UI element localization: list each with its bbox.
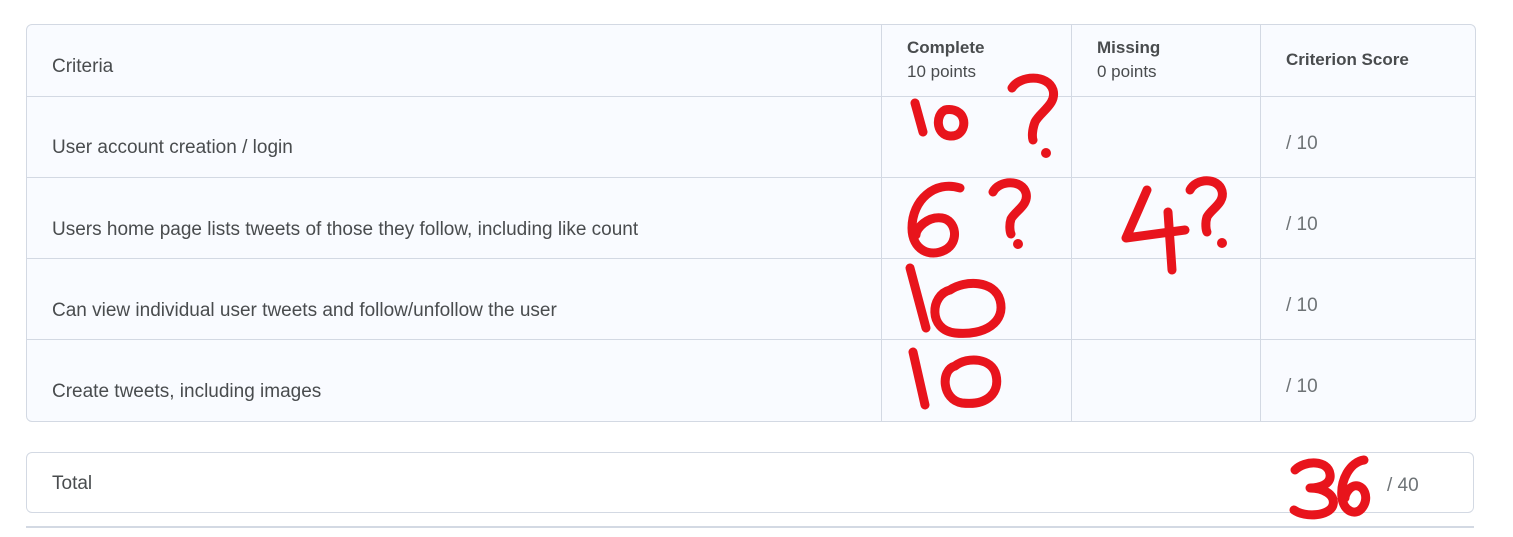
level-missing-cell[interactable] [1071,178,1260,258]
criterion-score: / 10 [1286,295,1318,316]
criterion-score-cell[interactable]: / 10 [1260,340,1475,421]
criterion-score: / 10 [1286,376,1318,397]
criteria-header-cell: Criteria [27,25,881,96]
divider [26,526,1474,528]
criterion-cell: Can view individual user tweets and foll… [27,259,881,339]
criterion-score: / 10 [1286,133,1318,154]
level-complete-cell[interactable] [881,178,1071,258]
total-label: Total [52,473,93,494]
level-complete-cell[interactable] [881,259,1071,339]
criterion-label: Create tweets, including images [52,381,322,402]
criterion-score: / 10 [1286,214,1318,235]
level-missing-cell[interactable] [1071,97,1260,177]
criterion-score-cell[interactable]: / 10 [1260,178,1475,258]
criterion-row: Users home page lists tweets of those th… [27,178,1475,259]
criterion-score-cell[interactable]: / 10 [1260,259,1475,339]
criterion-score-header: Criterion Score [1286,50,1409,69]
criterion-label: Users home page lists tweets of those th… [52,219,639,240]
level-missing-cell[interactable] [1071,340,1260,421]
rubric-table: Criteria Complete 10 points Missing 0 po… [26,24,1476,422]
criterion-score-cell[interactable]: / 10 [1260,97,1475,177]
level-complete-header: Complete 10 points [881,25,1071,96]
criterion-cell: User account creation / login [27,97,881,177]
criterion-cell: Users home page lists tweets of those th… [27,178,881,258]
criterion-cell: Create tweets, including images [27,340,881,421]
total-bar: Total / 40 [26,452,1474,513]
level-complete-points: 10 points [907,62,976,81]
rubric-page: Criteria Complete 10 points Missing 0 po… [0,0,1513,537]
level-missing-points: 0 points [1097,62,1157,81]
criterion-row: Can view individual user tweets and foll… [27,259,1475,340]
criterion-row: User account creation / login / 10 [27,97,1475,178]
criteria-header: Criteria [52,56,114,77]
total-out-of: / 40 [1387,475,1419,496]
criterion-row: Create tweets, including images / 10 [27,340,1475,421]
criterion-label: Can view individual user tweets and foll… [52,300,557,321]
rubric-header-row: Criteria Complete 10 points Missing 0 po… [27,25,1475,97]
criterion-score-header-cell: Criterion Score [1260,25,1475,96]
level-missing-name: Missing [1097,38,1161,57]
level-complete-cell[interactable] [881,340,1071,421]
level-missing-header: Missing 0 points [1071,25,1260,96]
criterion-label: User account creation / login [52,137,293,158]
level-complete-name: Complete [907,38,985,57]
level-complete-cell[interactable] [881,97,1071,177]
level-missing-cell[interactable] [1071,259,1260,339]
